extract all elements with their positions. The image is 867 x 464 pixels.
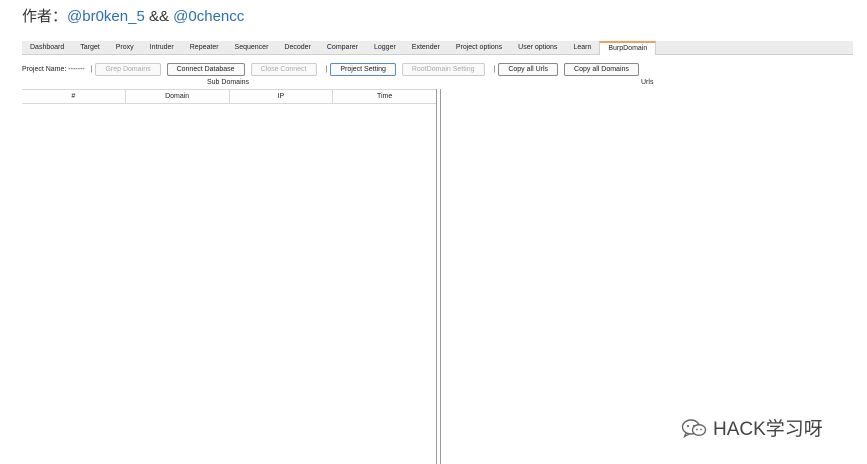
- tab-repeater[interactable]: Repeater: [182, 41, 227, 54]
- tab-proxy[interactable]: Proxy: [108, 41, 142, 54]
- project-name-label: Project Name: -------: [22, 65, 85, 73]
- tab-extender[interactable]: Extender: [404, 41, 448, 54]
- wechat-watermark: HACK学习呀: [681, 414, 823, 441]
- toolbar-separator: |: [493, 65, 496, 73]
- burp-window: Dashboard Target Proxy Intruder Repeater…: [22, 40, 853, 464]
- subdomains-title: Sub Domains: [207, 79, 250, 86]
- wechat-icon: [681, 418, 707, 438]
- tab-target[interactable]: Target: [72, 41, 107, 54]
- urls-title: Urls: [641, 79, 654, 86]
- toolbar-separator: |: [90, 65, 93, 73]
- tab-comparer[interactable]: Comparer: [319, 41, 366, 54]
- project-setting-button[interactable]: Project Setting: [330, 62, 396, 76]
- tab-decoder[interactable]: Decoder: [276, 41, 318, 54]
- copy-all-urls-button[interactable]: Copy all Urls: [498, 62, 559, 76]
- copy-all-domains-button[interactable]: Copy all Domains: [564, 62, 639, 76]
- tab-dashboard[interactable]: Dashboard: [22, 41, 72, 54]
- column-header-domain[interactable]: Domain: [126, 90, 230, 103]
- tab-intruder[interactable]: Intruder: [142, 41, 182, 54]
- main-tab-bar: Dashboard Target Proxy Intruder Repeater…: [22, 40, 853, 55]
- column-header-ip[interactable]: IP: [230, 90, 334, 103]
- tab-user-options[interactable]: User options: [510, 41, 565, 54]
- toolbar-separator: |: [325, 65, 328, 73]
- tab-burpdomain[interactable]: BurpDomain: [599, 40, 657, 55]
- tab-sequencer[interactable]: Sequencer: [227, 41, 277, 54]
- connect-database-button[interactable]: Connect Database: [166, 62, 245, 76]
- grep-domains-button[interactable]: Grep Domains: [95, 62, 161, 76]
- urls-panel[interactable]: [440, 89, 853, 464]
- author-link-1[interactable]: @br0ken_5: [67, 8, 145, 25]
- author-prefix: 作者：: [22, 8, 68, 25]
- column-header-index[interactable]: #: [22, 90, 126, 103]
- author-link-2[interactable]: @0chencc: [173, 8, 244, 25]
- burpdomain-toolbar: Project Name: ------- | Grep Domains Con…: [22, 61, 645, 77]
- watermark-text: HACK学习呀: [713, 419, 823, 440]
- subdomains-table[interactable]: # Domain IP Time: [22, 89, 437, 464]
- tab-logger[interactable]: Logger: [366, 41, 404, 54]
- author-line: 作者：@br0ken_5 && @0chencc: [22, 5, 244, 26]
- column-header-time[interactable]: Time: [333, 90, 436, 103]
- author-joiner: &&: [148, 8, 169, 25]
- rootdomain-setting-button[interactable]: RootDomain Setting: [401, 62, 485, 76]
- subdomains-table-header: # Domain IP Time: [22, 89, 436, 104]
- tab-learn[interactable]: Learn: [565, 41, 599, 54]
- close-connect-button[interactable]: Close Connect: [250, 62, 317, 76]
- tab-project-options[interactable]: Project options: [448, 41, 510, 54]
